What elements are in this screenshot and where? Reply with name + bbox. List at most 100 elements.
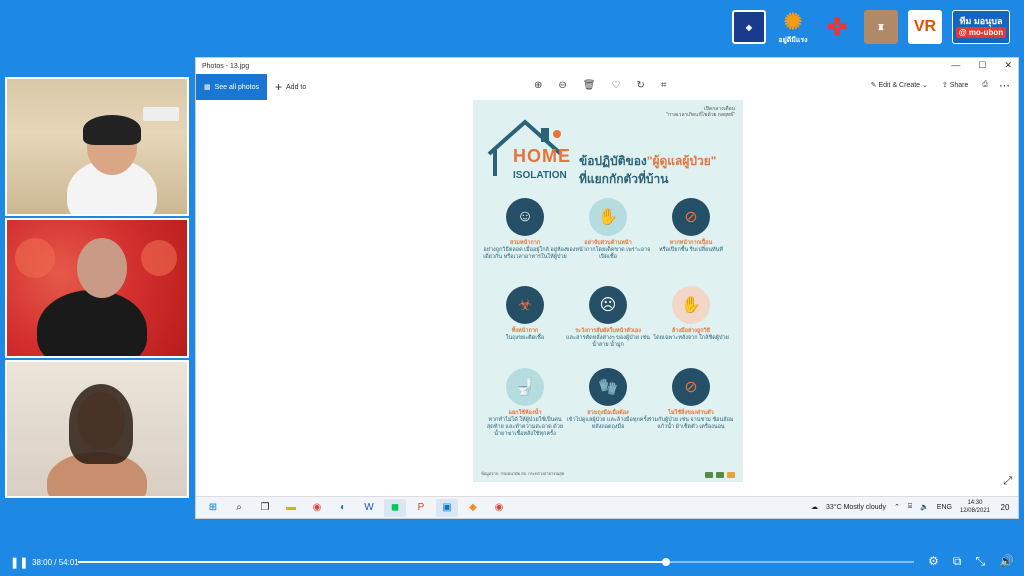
clock-date: 12/08/2021 [959, 508, 990, 514]
share-label: Share [949, 82, 969, 89]
seek-handle[interactable] [661, 558, 670, 566]
network-logo: ✜ [826, 13, 848, 41]
photos-window[interactable]: Photos - 13.jpg — ☐ ✕ ▦ See all photos +… [195, 57, 1019, 519]
photos-toolbar: ▦ See all photos + Add to ⊕ ⊖ 🗑 ♡ ↻ ⌗ ✎ … [196, 74, 1018, 100]
rotate-icon[interactable]: ↻ [636, 80, 644, 91]
app-icon[interactable]: ◆ [462, 499, 484, 517]
favorite-icon[interactable]: ♡ [611, 80, 620, 91]
poster-item-text: เข้าไปดูแลผู้ป่วย และล้างมือทุกครั้ง หลั… [566, 417, 650, 430]
poster-item-heading: สวมหน้ากาก [509, 240, 541, 246]
notification-icon[interactable]: 20 [998, 500, 1012, 514]
poster-item: ⊘ หากหน้ากากเปื้อน หรือเปียกชื้น รีบเปลี่… [647, 198, 735, 254]
zoom-out-icon[interactable]: ⊖ [558, 80, 566, 91]
vr-logo: VR [908, 10, 942, 44]
weather-desc: Mostly cloudy [843, 503, 886, 511]
word-icon[interactable]: W [358, 499, 380, 517]
poster-subtitle: ที่แยกกักตัวที่บ้าน [579, 172, 669, 186]
virus-decoration [141, 240, 177, 276]
chrome-profile-icon[interactable]: ◉ [488, 499, 510, 517]
plus-icon: + [275, 80, 283, 94]
photo-viewer[interactable]: เปิดกลางเดือน "กาลเวลาเกิดแก้ไขด้วย กลยุ… [196, 100, 1018, 496]
file-explorer-icon[interactable]: ▬ [280, 499, 302, 517]
more-options-icon[interactable]: ⋯ [999, 79, 1010, 92]
share-button[interactable]: ⇪ Share [942, 81, 969, 89]
poster-item-text: หากทำไม่ได้ ให้ผู้ป่วยใช้เป็นคนสุดท้าย แ… [486, 417, 564, 437]
no-sharing-icon: ⊘ [672, 368, 710, 406]
edit-create-label: Edit & Create [878, 82, 921, 89]
windows-icon[interactable]: ⊞ [202, 499, 224, 517]
edit-create-button[interactable]: ✎ Edit & Create ⌄ [871, 81, 928, 89]
close-button[interactable]: ✕ [1004, 60, 1012, 71]
poster-item-text: และสารคัดหลั่งต่างๆ ของผู้ป่วย เช่น น้ำล… [566, 335, 650, 348]
tray-overflow-icon[interactable]: ⌃ [894, 503, 900, 511]
poster-item: ☣ ทิ้งหน้ากาก ในถุงขยะติดเชื้อ [481, 286, 569, 342]
participant-video-3[interactable] [5, 360, 189, 498]
print-icon[interactable]: ⎙ [982, 81, 988, 89]
task-view-icon[interactable]: ❐ [254, 499, 276, 517]
minimize-button[interactable]: — [951, 60, 960, 71]
sculpture-logo: ♜ [864, 10, 898, 44]
poster-title: ข้อปฏิบัติของ"ผู้ดูแลผู้ป่วย" [579, 152, 716, 171]
system-clock[interactable]: 14:30 12/08/2021 [960, 499, 990, 515]
edge-icon[interactable]: ◐ [332, 499, 354, 517]
poster-item: ✋ อย่าจับส่วนด้านหน้า ของหน้ากากโดยเด็ดขา… [564, 198, 652, 261]
mo-ubon-logo: ทีม มอนุบล @ mo-ubon [952, 10, 1010, 44]
miniplayer-icon[interactable]: ⧉ [953, 554, 962, 569]
air-conditioner [143, 107, 179, 121]
mo-ubon-label: ทีม มอนุบล [959, 16, 1003, 26]
poster-footer-logos [705, 472, 735, 478]
volume-icon[interactable]: 🔈 [920, 503, 929, 511]
clock-time: 14:30 [967, 500, 983, 506]
participant-video-1[interactable] [5, 77, 189, 216]
poster-title-highlight: "ผู้ดูแลผู้ป่วย" [646, 154, 717, 168]
poster-tagline: เปิดกลางเดือน "กาลเวลาเกิดแก้ไขด้วย กลยุ… [666, 106, 735, 118]
line-icon[interactable]: ◼ [384, 498, 406, 517]
poster-item-text: โดยเฉพาะหลังจาก ใกล้ชิดผู้ป่วย [653, 335, 729, 341]
add-to-button[interactable]: + Add to [275, 80, 306, 94]
department-logo: ◈ [732, 10, 766, 44]
volume-icon[interactable]: 🔊 [999, 554, 1014, 569]
weather-widget[interactable]: 33°C Mostly cloudy [826, 504, 886, 511]
participant-hair [83, 115, 141, 145]
see-all-photos-button[interactable]: ▦ See all photos [196, 74, 267, 100]
footer-logo [716, 472, 724, 478]
mo-ubon-handle: @ mo-ubon [955, 27, 1007, 38]
mask-touch-icon: ✋ [589, 198, 627, 236]
poster-item: ⊘ ไม่ใช้สิ่งของส่วนตัว ร่วมกับผู้ป่วย เช่… [647, 368, 735, 431]
network-icon[interactable]: ⌸ [908, 503, 912, 511]
zoom-in-icon[interactable]: ⊕ [534, 80, 542, 91]
search-icon[interactable]: ⌕ [228, 499, 250, 517]
language-indicator[interactable]: ENG [937, 504, 952, 511]
settings-icon[interactable]: ⚙ [928, 554, 939, 569]
poster-item-heading: สวมถุงมือเมื่อต้อง [587, 410, 629, 416]
footer-logo [727, 472, 735, 478]
poster-tag-line2: "กาลเวลาเกิดแก้ไขด้วย กลยุทธ์" [666, 112, 735, 118]
exit-fullscreen-icon[interactable]: ⤡ [975, 554, 985, 569]
wellness-logo-label: อยู่ดีมีแรง [778, 36, 808, 44]
chrome-icon[interactable]: ◉ [306, 499, 328, 517]
powerpoint-icon[interactable]: P [410, 499, 432, 517]
delete-icon[interactable]: 🗑 [583, 80, 596, 91]
crop-icon[interactable]: ⌗ [661, 80, 667, 91]
poster-item-heading: แยกใช้ห้องน้ำ [508, 410, 542, 416]
fullscreen-icon[interactable]: ⤢ [1003, 475, 1012, 488]
bathroom-icon: 🚽 [506, 368, 544, 406]
windows-taskbar: ⊞ ⌕ ❐ ▬ ◉ ◐ W ◼ P ▣ ◆ ◉ ☁ 33°C Mostly cl… [196, 496, 1018, 518]
sponsor-logos: ◈ ✺ อยู่ดีมีแรง ✜ ♜ VR ทีม มอนุบล @ mo-ub… [732, 9, 1010, 44]
total-duration: 54:01 [58, 557, 79, 567]
photos-icon[interactable]: ▣ [436, 498, 458, 517]
weather-temp: 33°C [826, 503, 842, 511]
pause-icon[interactable]: ❚❚ [10, 556, 28, 569]
notification-count: 20 [1000, 502, 1010, 512]
window-titlebar: Photos - 13.jpg — ☐ ✕ [196, 58, 1018, 74]
weather-icon[interactable]: ☁ [811, 503, 818, 511]
playback-time: 38:00 / 54:01 [32, 557, 79, 567]
poster-item: 🧤 สวมถุงมือเมื่อต้อง เข้าไปดูแลผู้ป่วย แล… [564, 368, 652, 431]
poster-item-text: ของหน้ากากโดยเด็ดขาด เพราะอาจเปิดเชื้อ [565, 247, 651, 260]
maximize-button[interactable]: ☐ [978, 60, 986, 71]
seek-bar[interactable] [78, 558, 914, 566]
face-mask-icon: ☺ [506, 198, 544, 236]
poster-item-heading: ทิ้งหน้ากาก [511, 328, 539, 334]
participant-face [77, 238, 127, 298]
participant-video-2[interactable] [5, 218, 189, 358]
